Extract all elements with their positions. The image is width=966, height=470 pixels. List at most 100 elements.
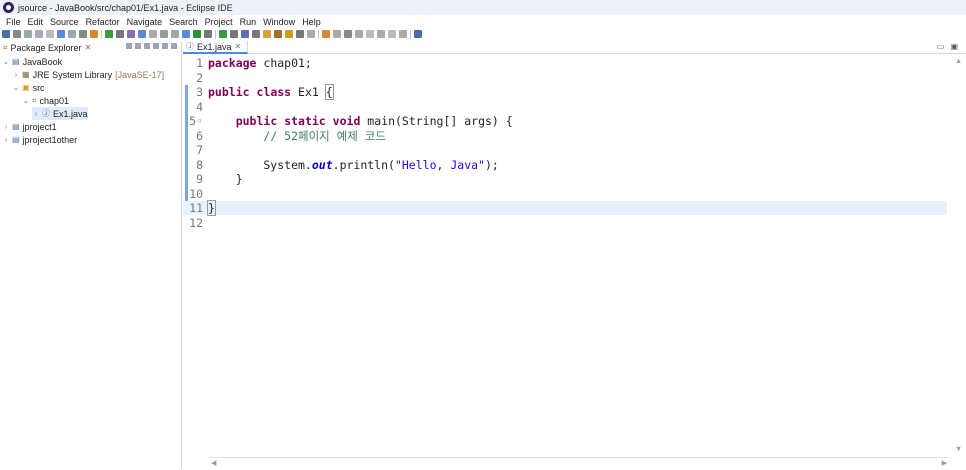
toolbar-button-icon[interactable] xyxy=(204,30,212,38)
toolbar-button-icon[interactable] xyxy=(138,30,146,38)
link-editor-icon[interactable] xyxy=(135,43,141,49)
toolbar-button-icon[interactable] xyxy=(252,30,260,38)
toolbar-button-icon[interactable] xyxy=(344,30,352,38)
chevron-right-icon[interactable]: › xyxy=(32,109,40,118)
code-line[interactable]: 3 public class Ex1 { xyxy=(183,84,947,100)
minimize-icon[interactable] xyxy=(162,43,168,49)
toolbar-button-icon[interactable] xyxy=(90,30,98,38)
code-line[interactable]: 11} xyxy=(183,200,947,216)
toolbar-button-icon[interactable] xyxy=(193,30,201,38)
editor-tab-ex1[interactable]: Ⓙ Ex1.java ✕ xyxy=(183,41,249,54)
chevron-right-icon[interactable]: › xyxy=(12,70,20,79)
menu-navigate[interactable]: Navigate xyxy=(127,17,163,27)
chevron-right-icon[interactable]: › xyxy=(2,135,10,144)
toolbar-button-icon[interactable] xyxy=(307,30,315,38)
java-file-icon: Ⓙ xyxy=(186,42,194,51)
toolbar-button-icon[interactable] xyxy=(322,30,330,38)
line-number: 10 xyxy=(189,186,203,201)
toolbar-button-icon[interactable] xyxy=(46,30,54,38)
toolbar-button-icon[interactable] xyxy=(274,30,282,38)
tree-item-jre-system-library[interactable]: › ▦ JRE System Library [JavaSE-17] xyxy=(12,68,164,81)
tree-item-jproject1[interactable]: › ▤ jproject1 xyxy=(2,120,57,133)
toolbar-button-icon[interactable] xyxy=(149,30,157,38)
close-icon[interactable]: ✕ xyxy=(235,42,242,51)
code-line[interactable]: 4 xyxy=(183,100,947,114)
toolbar-button-icon[interactable] xyxy=(105,30,113,38)
toolbar-button-icon[interactable] xyxy=(399,30,407,38)
menu-search[interactable]: Search xyxy=(169,17,198,27)
toolbar-button-icon[interactable] xyxy=(35,30,43,38)
code-line[interactable]: 7 xyxy=(183,143,947,157)
code-token: } xyxy=(208,172,243,186)
filter-icon[interactable] xyxy=(144,43,150,49)
toolbar-button-icon[interactable] xyxy=(127,30,135,38)
toolbar-button-icon[interactable] xyxy=(68,30,76,38)
menu-refactor[interactable]: Refactor xyxy=(86,17,120,27)
toolbar-button-icon[interactable] xyxy=(333,30,341,38)
toolbar-button-icon[interactable] xyxy=(414,30,422,38)
toolbar-button-icon[interactable] xyxy=(355,30,363,38)
toolbar-button-icon[interactable] xyxy=(24,30,32,38)
code-line[interactable]: 6 // 52페이지 예제 코드 xyxy=(183,129,947,143)
toolbar-button-icon[interactable] xyxy=(230,30,238,38)
scroll-up-icon[interactable]: ▲ xyxy=(955,58,962,65)
toolbar-button-icon[interactable] xyxy=(171,30,179,38)
chevron-right-icon[interactable]: › xyxy=(2,122,10,131)
toolbar-button-icon[interactable] xyxy=(13,30,21,38)
toolbar-separator xyxy=(215,29,216,39)
toolbar-button-icon[interactable] xyxy=(116,30,124,38)
toolbar-button-icon[interactable] xyxy=(57,30,65,38)
collapse-all-icon[interactable] xyxy=(126,43,132,49)
toolbar-button-icon[interactable] xyxy=(366,30,374,38)
maximize-icon[interactable] xyxy=(171,43,177,49)
chevron-down-icon[interactable]: ⌄ xyxy=(12,83,20,92)
scroll-right-icon[interactable]: ▶ xyxy=(942,459,947,467)
code-line[interactable]: 10 xyxy=(183,187,947,201)
toolbar-button-icon[interactable] xyxy=(79,30,87,38)
view-menu-icon[interactable] xyxy=(153,43,159,49)
tree-item-ex1-java[interactable]: › Ⓙ Ex1.java xyxy=(32,107,88,120)
menu-file[interactable]: File xyxy=(6,17,21,27)
toolbar-button-icon[interactable] xyxy=(241,30,249,38)
code-line[interactable]: 12 xyxy=(183,216,947,230)
close-icon[interactable]: ✕ xyxy=(85,43,92,52)
code-line[interactable]: 2 xyxy=(183,71,947,85)
tree-item-javabook[interactable]: ⌄ ▤ JavaBook xyxy=(2,55,62,68)
title-bar: jsource - JavaBook/src/chap01/Ex1.java -… xyxy=(0,0,966,15)
editor-window-buttons[interactable]: ▭ ▣ xyxy=(937,42,960,51)
scroll-down-icon[interactable]: ▼ xyxy=(955,446,962,453)
code-editor[interactable]: 1 package chap01; 2 3 public class Ex1 {4 5◦ … xyxy=(183,56,947,456)
toolbar-button-icon[interactable] xyxy=(285,30,293,38)
vertical-scrollbar[interactable]: ▲ ▼ xyxy=(949,56,966,456)
toolbar-button-icon[interactable] xyxy=(160,30,168,38)
menu-run[interactable]: Run xyxy=(240,17,257,27)
code-line[interactable]: 8 System.out.println("Hello, Java"); xyxy=(183,158,947,172)
menu-edit[interactable]: Edit xyxy=(28,17,44,27)
toolbar-button-icon[interactable] xyxy=(377,30,385,38)
toolbar-button-icon[interactable] xyxy=(296,30,304,38)
keyword-token: static xyxy=(284,114,326,128)
toolbar-button-icon[interactable] xyxy=(263,30,271,38)
code-line[interactable]: 9 } xyxy=(183,172,947,186)
tree-item-src[interactable]: ⌄ ▣ src xyxy=(12,81,45,94)
tree-item-chap01[interactable]: ⌄ ⌗ chap01 xyxy=(22,94,69,107)
code-line[interactable]: 5◦ public static void main(String[] args… xyxy=(183,114,947,128)
chevron-down-icon[interactable]: ⌄ xyxy=(2,57,10,66)
toolbar-button-icon[interactable] xyxy=(182,30,190,38)
toolbar-button-icon[interactable] xyxy=(388,30,396,38)
menu-project[interactable]: Project xyxy=(205,17,233,27)
menu-source[interactable]: Source xyxy=(50,17,79,27)
menu-help[interactable]: Help xyxy=(302,17,321,27)
code-line[interactable]: 1 package chap01; xyxy=(183,56,947,70)
package-explorer-tab[interactable]: ⌗ Package Explorer ✕ xyxy=(0,41,181,54)
tree-item-label: chap01 xyxy=(39,95,70,106)
toolbar-button-icon[interactable] xyxy=(2,30,10,38)
chevron-down-icon[interactable]: ⌄ xyxy=(22,96,30,105)
tree-item-jproject1other[interactable]: › ▤ jproject1other xyxy=(2,133,77,146)
menu-window[interactable]: Window xyxy=(263,17,295,27)
toolbar-button-icon[interactable] xyxy=(219,30,227,38)
horizontal-scrollbar[interactable]: ◀ ▶ xyxy=(209,457,949,470)
scroll-left-icon[interactable]: ◀ xyxy=(211,459,216,467)
package-explorer-panel: ⌗ Package Explorer ✕ ⌄ ▤ JavaBook › ▦ JRE Sys… xyxy=(0,41,182,469)
